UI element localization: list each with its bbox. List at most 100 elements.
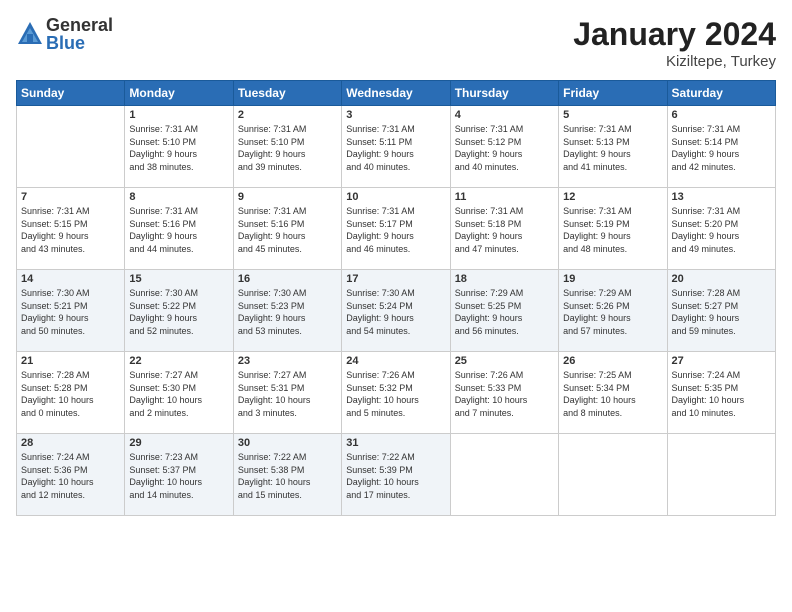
col-monday: Monday bbox=[125, 81, 233, 106]
day-number: 5 bbox=[563, 109, 662, 121]
calendar-day: 5 Sunrise: 7:31 AM Sunset: 5:13 PM Daylig… bbox=[559, 106, 667, 188]
calendar-day: 29 Sunrise: 7:23 AM Sunset: 5:37 PM Dayli… bbox=[125, 434, 233, 516]
day-number: 13 bbox=[672, 191, 771, 203]
day-info: Sunrise: 7:31 AM Sunset: 5:20 PM Dayligh… bbox=[672, 205, 771, 255]
week-row-5: 28Sunrise: 7:24 AM Sunset: 5:36 PM Dayli… bbox=[17, 434, 776, 516]
title-block: January 2024 Kiziltepe, Turkey bbox=[573, 16, 776, 70]
day-number: 27 bbox=[672, 355, 771, 367]
week-row-3: 14 Sunrise: 7:30 AM Sunset: 5:21 PM Dayli… bbox=[17, 270, 776, 352]
week-row-1: 1 Sunrise: 7:31 AM Sunset: 5:10 PM Daylig… bbox=[17, 106, 776, 188]
calendar-day: 21Sunrise: 7:28 AM Sunset: 5:28 PM Dayli… bbox=[17, 352, 125, 434]
day-number: 17 bbox=[346, 273, 445, 285]
calendar-day bbox=[559, 434, 667, 516]
calendar-day bbox=[667, 434, 775, 516]
day-info: Sunrise: 7:30 AM Sunset: 5:23 PM Dayligh… bbox=[238, 287, 337, 337]
day-info: Sunrise: 7:23 AM Sunset: 5:37 PM Dayligh… bbox=[129, 451, 228, 501]
week-row-4: 21Sunrise: 7:28 AM Sunset: 5:28 PM Dayli… bbox=[17, 352, 776, 434]
day-info: Sunrise: 7:30 AM Sunset: 5:24 PM Dayligh… bbox=[346, 287, 445, 337]
day-info: Sunrise: 7:31 AM Sunset: 5:16 PM Dayligh… bbox=[238, 205, 337, 255]
day-number: 23 bbox=[238, 355, 337, 367]
day-info: Sunrise: 7:30 AM Sunset: 5:21 PM Dayligh… bbox=[21, 287, 120, 337]
day-number: 6 bbox=[672, 109, 771, 121]
calendar-day: 17 Sunrise: 7:30 AM Sunset: 5:24 PM Dayli… bbox=[342, 270, 450, 352]
day-number: 18 bbox=[455, 273, 554, 285]
logo-general-text: General bbox=[46, 16, 113, 34]
calendar-day: 26 Sunrise: 7:25 AM Sunset: 5:34 PM Dayli… bbox=[559, 352, 667, 434]
calendar-day: 9 Sunrise: 7:31 AM Sunset: 5:16 PM Daylig… bbox=[233, 188, 341, 270]
day-info: Sunrise: 7:24 AM Sunset: 5:36 PM Dayligh… bbox=[21, 451, 120, 501]
month-title: January 2024 bbox=[573, 16, 776, 53]
day-number: 3 bbox=[346, 109, 445, 121]
day-number: 19 bbox=[563, 273, 662, 285]
day-number: 21 bbox=[21, 355, 120, 367]
day-number: 16 bbox=[238, 273, 337, 285]
calendar-day bbox=[450, 434, 558, 516]
day-number: 4 bbox=[455, 109, 554, 121]
logo-text: General Blue bbox=[46, 16, 113, 52]
day-info: Sunrise: 7:31 AM Sunset: 5:10 PM Dayligh… bbox=[129, 123, 228, 173]
day-number: 12 bbox=[563, 191, 662, 203]
day-info: Sunrise: 7:29 AM Sunset: 5:25 PM Dayligh… bbox=[455, 287, 554, 337]
logo-blue-text: Blue bbox=[46, 34, 113, 52]
day-number: 29 bbox=[129, 437, 228, 449]
calendar-day: 3 Sunrise: 7:31 AM Sunset: 5:11 PM Daylig… bbox=[342, 106, 450, 188]
day-info: Sunrise: 7:31 AM Sunset: 5:18 PM Dayligh… bbox=[455, 205, 554, 255]
day-number: 26 bbox=[563, 355, 662, 367]
calendar-day: 23Sunrise: 7:27 AM Sunset: 5:31 PM Dayli… bbox=[233, 352, 341, 434]
col-wednesday: Wednesday bbox=[342, 81, 450, 106]
day-number: 15 bbox=[129, 273, 228, 285]
day-number: 30 bbox=[238, 437, 337, 449]
col-friday: Friday bbox=[559, 81, 667, 106]
calendar-day: 18 Sunrise: 7:29 AM Sunset: 5:25 PM Dayli… bbox=[450, 270, 558, 352]
calendar-day: 4 Sunrise: 7:31 AM Sunset: 5:12 PM Daylig… bbox=[450, 106, 558, 188]
day-number: 9 bbox=[238, 191, 337, 203]
logo-icon bbox=[16, 20, 44, 48]
day-number: 10 bbox=[346, 191, 445, 203]
calendar-day: 22Sunrise: 7:27 AM Sunset: 5:30 PM Dayli… bbox=[125, 352, 233, 434]
day-info: Sunrise: 7:27 AM Sunset: 5:30 PM Dayligh… bbox=[129, 369, 228, 419]
day-number: 2 bbox=[238, 109, 337, 121]
day-info: Sunrise: 7:31 AM Sunset: 5:12 PM Dayligh… bbox=[455, 123, 554, 173]
day-info: Sunrise: 7:22 AM Sunset: 5:39 PM Dayligh… bbox=[346, 451, 445, 501]
col-saturday: Saturday bbox=[667, 81, 775, 106]
col-thursday: Thursday bbox=[450, 81, 558, 106]
day-number: 1 bbox=[129, 109, 228, 121]
calendar-day: 16 Sunrise: 7:30 AM Sunset: 5:23 PM Dayli… bbox=[233, 270, 341, 352]
day-info: Sunrise: 7:26 AM Sunset: 5:32 PM Dayligh… bbox=[346, 369, 445, 419]
day-number: 8 bbox=[129, 191, 228, 203]
day-info: Sunrise: 7:30 AM Sunset: 5:22 PM Dayligh… bbox=[129, 287, 228, 337]
day-info: Sunrise: 7:31 AM Sunset: 5:11 PM Dayligh… bbox=[346, 123, 445, 173]
week-row-2: 7Sunrise: 7:31 AM Sunset: 5:15 PM Daylig… bbox=[17, 188, 776, 270]
calendar-day: 24Sunrise: 7:26 AM Sunset: 5:32 PM Dayli… bbox=[342, 352, 450, 434]
calendar-day: 8Sunrise: 7:31 AM Sunset: 5:16 PM Daylig… bbox=[125, 188, 233, 270]
location: Kiziltepe, Turkey bbox=[573, 53, 776, 70]
day-number: 11 bbox=[455, 191, 554, 203]
calendar-day: 28Sunrise: 7:24 AM Sunset: 5:36 PM Dayli… bbox=[17, 434, 125, 516]
calendar-day: 1 Sunrise: 7:31 AM Sunset: 5:10 PM Daylig… bbox=[125, 106, 233, 188]
day-info: Sunrise: 7:31 AM Sunset: 5:13 PM Dayligh… bbox=[563, 123, 662, 173]
day-info: Sunrise: 7:22 AM Sunset: 5:38 PM Dayligh… bbox=[238, 451, 337, 501]
day-info: Sunrise: 7:29 AM Sunset: 5:26 PM Dayligh… bbox=[563, 287, 662, 337]
calendar-day: 2Sunrise: 7:31 AM Sunset: 5:10 PM Daylig… bbox=[233, 106, 341, 188]
day-info: Sunrise: 7:31 AM Sunset: 5:17 PM Dayligh… bbox=[346, 205, 445, 255]
day-number: 20 bbox=[672, 273, 771, 285]
calendar-day: 13 Sunrise: 7:31 AM Sunset: 5:20 PM Dayli… bbox=[667, 188, 775, 270]
header: General Blue January 2024 Kiziltepe, Tur… bbox=[16, 16, 776, 70]
day-info: Sunrise: 7:31 AM Sunset: 5:14 PM Dayligh… bbox=[672, 123, 771, 173]
calendar-header-row: Sunday Monday Tuesday Wednesday Thursday… bbox=[17, 81, 776, 106]
logo: General Blue bbox=[16, 16, 113, 52]
calendar-day: 15 Sunrise: 7:30 AM Sunset: 5:22 PM Dayli… bbox=[125, 270, 233, 352]
page: General Blue January 2024 Kiziltepe, Tur… bbox=[0, 0, 792, 612]
day-info: Sunrise: 7:31 AM Sunset: 5:15 PM Dayligh… bbox=[21, 205, 120, 255]
col-sunday: Sunday bbox=[17, 81, 125, 106]
calendar-day bbox=[17, 106, 125, 188]
calendar-day: 30 Sunrise: 7:22 AM Sunset: 5:38 PM Dayli… bbox=[233, 434, 341, 516]
day-number: 14 bbox=[21, 273, 120, 285]
calendar-day: 25Sunrise: 7:26 AM Sunset: 5:33 PM Dayli… bbox=[450, 352, 558, 434]
calendar-day: 27 Sunrise: 7:24 AM Sunset: 5:35 PM Dayli… bbox=[667, 352, 775, 434]
day-info: Sunrise: 7:26 AM Sunset: 5:33 PM Dayligh… bbox=[455, 369, 554, 419]
day-info: Sunrise: 7:25 AM Sunset: 5:34 PM Dayligh… bbox=[563, 369, 662, 419]
day-info: Sunrise: 7:24 AM Sunset: 5:35 PM Dayligh… bbox=[672, 369, 771, 419]
calendar-day: 20Sunrise: 7:28 AM Sunset: 5:27 PM Dayli… bbox=[667, 270, 775, 352]
calendar-day: 12Sunrise: 7:31 AM Sunset: 5:19 PM Dayli… bbox=[559, 188, 667, 270]
